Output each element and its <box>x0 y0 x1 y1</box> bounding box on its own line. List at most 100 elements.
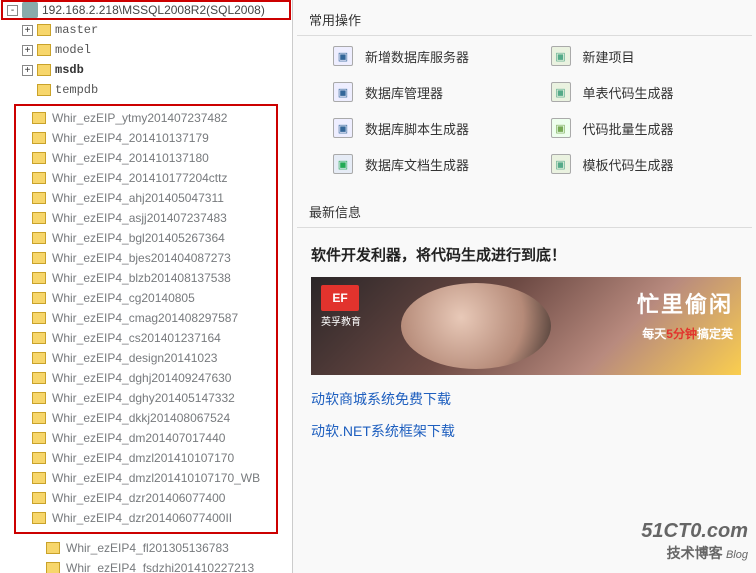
db-label: Whir_ezEIP4_dghy201405147332 <box>52 391 235 405</box>
db-label: Whir_ezEIP4_dm201407017440 <box>52 431 225 445</box>
op-数据库文档生成器[interactable]: ▣ 数据库文档生成器 <box>333 154 531 174</box>
expand-icon[interactable]: + <box>22 45 33 56</box>
db-label: Whir_ezEIP4_design20141023 <box>52 351 217 365</box>
op-代码批量生成器[interactable]: ▣ 代码批量生成器 <box>551 118 749 138</box>
db-label: Whir_ezEIP4_asjj201407237483 <box>52 211 227 225</box>
db-icon: ▣ <box>333 118 353 138</box>
db-label: Whir_ezEIP4_bgl201405267364 <box>52 231 225 245</box>
db-item[interactable]: Whir_ezEIP4_bjes201404087273 <box>16 248 276 268</box>
db-icon <box>32 472 46 484</box>
db-item[interactable]: Whir_ezEIP4_ahj201405047311 <box>16 188 276 208</box>
db-item[interactable]: Whir_ezEIP4_dmzl201410107170 <box>16 448 276 468</box>
op-label: 新建项目 <box>583 47 635 66</box>
db-item[interactable]: Whir_ezEIP4_201410177204cttz <box>16 168 276 188</box>
db-icon <box>32 272 46 284</box>
db-item[interactable]: Whir_ezEIP4_dzr201406077400II <box>16 508 276 528</box>
word-icon: ▣ <box>333 154 353 174</box>
wm-domain: 51CT0.com <box>641 520 748 543</box>
db-icon <box>32 132 46 144</box>
sysdb-tempdb[interactable]: tempdb <box>18 80 292 100</box>
main-panel: 常用操作 ▣新增数据库服务器▣新建项目▣数据库管理器▣单表代码生成器▣数据库脚本… <box>293 0 756 573</box>
db-item[interactable]: Whir_ezEIP4_fsdzhi201410227213 <box>30 558 292 573</box>
db-item[interactable]: Whir_ezEIP4_201410137179 <box>16 128 276 148</box>
op-label: 模板代码生成器 <box>583 155 674 174</box>
db-label: Whir_ezEIP4_blzb201408137538 <box>52 271 231 285</box>
op-label: 新增数据库服务器 <box>365 47 469 66</box>
download-link[interactable]: 动软.NET系统框架下载 <box>311 421 738 441</box>
db-icon <box>37 44 51 56</box>
op-label: 数据库文档生成器 <box>365 155 469 174</box>
expand-icon[interactable]: + <box>22 25 33 36</box>
db-icon <box>32 232 46 244</box>
op-新增数据库服务器[interactable]: ▣新增数据库服务器 <box>333 46 531 66</box>
db-item[interactable]: Whir_ezEIP4_dm201407017440 <box>16 428 276 448</box>
highlighted-db-list: Whir_ezEIP_ytmy201407237482 Whir_ezEIP4_2… <box>14 104 278 534</box>
tail-db-list: Whir_ezEIP4_fl201305136783Whir_ezEIP4_fs… <box>0 538 292 573</box>
db-item[interactable]: Whir_ezEIP4_blzb201408137538 <box>16 268 276 288</box>
sysdb-master[interactable]: + master <box>18 20 292 40</box>
db-label: Whir_ezEIP4_201410177204cttz <box>52 171 227 185</box>
db-item[interactable]: Whir_ezEIP4_cmag201408297587 <box>16 308 276 328</box>
pen-icon: ▣ <box>551 154 571 174</box>
collapse-icon[interactable]: - <box>7 5 18 16</box>
dsi-icon: ▣ <box>551 118 571 138</box>
op-数据库脚本生成器[interactable]: ▣ 数据库脚本生成器 <box>333 118 531 138</box>
db-label: Whir_ezEIP4_201410137179 <box>52 131 209 145</box>
db-item[interactable]: Whir_ezEIP4_dghj201409247630 <box>16 368 276 388</box>
banner-line1: 忙里偷闲 <box>637 287 733 319</box>
db-icon <box>32 152 46 164</box>
db-item[interactable]: Whir_ezEIP4_fl201305136783 <box>30 538 292 558</box>
op-新建项目[interactable]: ▣ 新建项目 <box>551 46 749 66</box>
server-label: 192.168.2.218\MSSQL2008R2(SQL2008) <box>42 3 265 17</box>
op-模板代码生成器[interactable]: ▣ 模板代码生成器 <box>551 154 749 174</box>
sysdb-model[interactable]: + model <box>18 40 292 60</box>
db-item[interactable]: Whir_ezEIP4_cg20140805 <box>16 288 276 308</box>
db-icon <box>32 192 46 204</box>
db-label: Whir_ezEIP_ytmy201407237482 <box>52 111 227 125</box>
db-icon <box>32 312 46 324</box>
watermark: 51CT0.com 技术博客 Blog <box>641 520 748 563</box>
op-数据库管理器[interactable]: ▣数据库管理器 <box>333 82 531 102</box>
db-item[interactable]: Whir_ezEIP4_cs201401237164 <box>16 328 276 348</box>
db-label: master <box>55 23 98 37</box>
db-item[interactable]: Whir_ezEIP4_dzr201406077400 <box>16 488 276 508</box>
db-label: model <box>55 43 91 57</box>
wm-sub: 技术博客 <box>667 545 723 561</box>
db-item[interactable]: Whir_ezEIP4_201410137180 <box>16 148 276 168</box>
db-item[interactable]: Whir_ezEIP4_asjj201407237483 <box>16 208 276 228</box>
db-icon <box>32 512 46 524</box>
db-icon <box>32 392 46 404</box>
db-item[interactable]: Whir_ezEIP_ytmy201407237482 <box>16 108 276 128</box>
pen-icon: ▣ <box>551 46 571 66</box>
db-icon <box>32 212 46 224</box>
server-node[interactable]: - 192.168.2.218\MSSQL2008R2(SQL2008) <box>1 0 291 20</box>
db-icon <box>37 24 51 36</box>
db-item[interactable]: Whir_ezEIP4_dmzl201410107170_WB <box>16 468 276 488</box>
sysdb-msdb[interactable]: +msdb <box>18 60 292 80</box>
db-label: Whir_ezEIP4_201410137180 <box>52 151 209 165</box>
db-icon <box>32 172 46 184</box>
db-label: Whir_ezEIP4_cg20140805 <box>52 291 195 305</box>
db-item[interactable]: Whir_ezEIP4_dkkj201408067524 <box>16 408 276 428</box>
download-links: 动软商城系统免费下载动软.NET系统框架下载 <box>293 375 756 467</box>
db-label: Whir_ezEIP4_dmzl201410107170_WB <box>52 471 260 485</box>
db-label: Whir_ezEIP4_dkkj201408067524 <box>52 411 230 425</box>
db-item[interactable]: Whir_ezEIP4_dghy201405147332 <box>16 388 276 408</box>
db-icon <box>32 332 46 344</box>
news-title: 最新信息 <box>297 192 752 228</box>
db-icon <box>32 372 46 384</box>
db-icon: ▣ <box>333 82 353 102</box>
expand-icon[interactable]: + <box>22 65 33 76</box>
banner-text: 忙里偷闲 每天5分钟搞定英 <box>637 287 733 343</box>
server-icon <box>22 2 38 18</box>
op-label: 单表代码生成器 <box>583 83 674 102</box>
op-label: 数据库脚本生成器 <box>365 119 469 138</box>
ad-banner[interactable]: EF 英孚教育 忙里偷闲 每天5分钟搞定英 <box>311 277 741 375</box>
db-icon <box>32 252 46 264</box>
download-link[interactable]: 动软商城系统免费下载 <box>311 389 738 409</box>
db-item[interactable]: Whir_ezEIP4_bgl201405267364 <box>16 228 276 248</box>
op-单表代码生成器[interactable]: ▣单表代码生成器 <box>551 82 749 102</box>
op-label: 代码批量生成器 <box>583 119 674 138</box>
ops-title: 常用操作 <box>297 0 752 36</box>
db-item[interactable]: Whir_ezEIP4_design20141023 <box>16 348 276 368</box>
